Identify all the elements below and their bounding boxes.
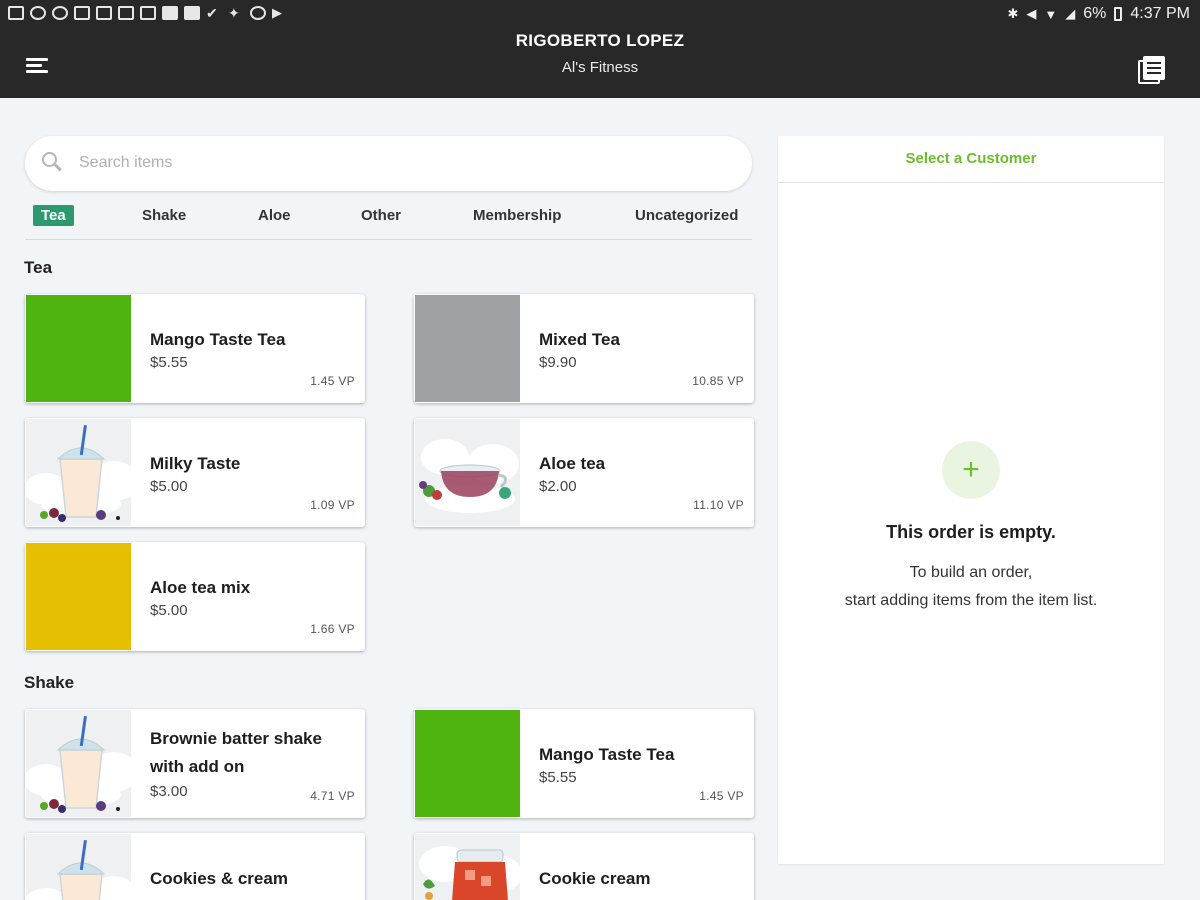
- tab-uncategorized[interactable]: Uncategorized: [627, 205, 746, 226]
- play-icon: ▶: [272, 5, 282, 20]
- item-price: $5.55: [539, 769, 577, 786]
- item-name: Aloe tea mix: [150, 578, 251, 597]
- item-price: $5.55: [150, 354, 188, 371]
- vpn-icon: [250, 6, 266, 20]
- search-icon: [42, 152, 62, 174]
- item-name: Mango Taste Tea: [539, 745, 675, 764]
- wifi-icon: ▼: [1044, 6, 1058, 22]
- image-icon: [96, 6, 112, 20]
- search-bar[interactable]: [25, 136, 752, 191]
- item-volume-points: 1.09 VP: [310, 498, 355, 512]
- iced-tea-pitcher-photo: [415, 834, 522, 900]
- chrome-icon: [30, 6, 46, 20]
- orders-list-icon[interactable]: [1138, 56, 1166, 84]
- battery-percent: 6%: [1083, 5, 1107, 22]
- item-color-swatch: [26, 295, 131, 402]
- order-panel: Select a Customer + This order is empty.…: [778, 136, 1164, 864]
- item-volume-points: 4.71 VP: [310, 789, 355, 803]
- item-volume-points: 1.45 VP: [310, 374, 355, 388]
- flipboard-icon: [184, 6, 200, 20]
- bluetooth-icon: ✦: [228, 5, 240, 21]
- section-title-tea: Tea: [24, 258, 53, 277]
- item-color-swatch: [415, 710, 520, 817]
- system-status: ✱ ◀ ▼ ◢ 6% 4:37 PM: [1008, 5, 1191, 23]
- tab-membership[interactable]: Membership: [465, 205, 569, 226]
- item-volume-points: 10.85 VP: [692, 374, 744, 388]
- app-header: ✔ ✦ ▶ ✱ ◀ ▼ ◢ 6% 4:37 PM RIGOBERTO LOPEZ…: [0, 0, 1200, 98]
- shake-cup-photo: [25, 834, 138, 900]
- select-customer-button[interactable]: Select a Customer: [778, 136, 1164, 183]
- tab-other[interactable]: Other: [353, 205, 409, 226]
- item-price: $5.00: [150, 602, 188, 619]
- item-card-brownie-batter-shake[interactable]: Brownie batter shake with add on $3.00 4…: [25, 709, 365, 818]
- tea-cup-photo: [415, 419, 520, 526]
- empty-order-title: This order is empty.: [886, 522, 1056, 542]
- tab-tea[interactable]: Tea: [33, 205, 74, 226]
- item-name: Milky Taste: [150, 454, 241, 473]
- item-name: Cookie cream: [539, 869, 651, 888]
- shake-cup-photo: [25, 419, 138, 526]
- shield-icon: [140, 6, 156, 20]
- shake-cup-photo: [25, 710, 138, 817]
- item-card-mango-taste-tea-shake[interactable]: Mango Taste Tea $5.55 1.45 VP: [414, 709, 754, 818]
- gallery-icon: [8, 6, 24, 20]
- item-volume-points: 1.66 VP: [310, 622, 355, 636]
- item-card-mixed-tea[interactable]: Mixed Tea $9.90 10.85 VP: [414, 294, 754, 403]
- mute-icon: ◀: [1026, 6, 1037, 21]
- item-price: $5.00: [150, 478, 188, 495]
- category-tabs: Tea Shake Aloe Other Membership Uncatego…: [25, 204, 752, 240]
- flipboard-icon: [162, 6, 178, 20]
- user-name: RIGOBERTO LOPEZ: [515, 31, 685, 50]
- empty-order-instructions-line2: start adding items from the item list.: [844, 592, 1098, 609]
- item-color-swatch: [26, 543, 131, 650]
- battery-icon: [1114, 7, 1123, 21]
- clock: 4:37 PM: [1130, 5, 1190, 22]
- add-item-button[interactable]: +: [942, 441, 1000, 499]
- item-price: $2.00: [539, 478, 577, 495]
- item-volume-points: 1.45 VP: [699, 789, 744, 803]
- tab-shake[interactable]: Shake: [134, 205, 194, 226]
- section-title-shake: Shake: [24, 673, 75, 692]
- item-card-aloe-tea[interactable]: Aloe tea $2.00 11.10 VP: [414, 418, 754, 527]
- notification-icons: ✔ ✦ ▶: [8, 6, 288, 20]
- tab-aloe[interactable]: Aloe: [250, 205, 299, 226]
- chrome-icon: [52, 6, 68, 20]
- bluetooth-status-icon: ✱: [1007, 6, 1019, 21]
- item-name: Brownie batter shake with add on: [150, 729, 322, 776]
- business-name: Al's Fitness: [561, 59, 639, 76]
- check-icon: ✔: [206, 5, 218, 21]
- item-color-swatch: [415, 295, 520, 402]
- item-price: $9.90: [539, 354, 577, 371]
- item-volume-points: 11.10 VP: [693, 498, 744, 512]
- item-card-mango-taste-tea[interactable]: Mango Taste Tea $5.55 1.45 VP: [25, 294, 365, 403]
- item-card-cookies-and-cream[interactable]: Cookies & cream: [25, 833, 365, 900]
- item-card-aloe-tea-mix[interactable]: Aloe tea mix $5.00 1.66 VP: [25, 542, 365, 651]
- item-name: Cookies & cream: [150, 869, 288, 888]
- signal-icon: ◢: [1065, 6, 1076, 21]
- search-input[interactable]: [79, 150, 719, 176]
- plus-icon: +: [962, 453, 980, 486]
- item-name: Mango Taste Tea: [150, 330, 286, 349]
- shield-icon: [118, 6, 134, 20]
- empty-order-instructions: To build an order,: [909, 564, 1033, 581]
- item-name: Mixed Tea: [539, 330, 620, 349]
- item-card-milky-taste[interactable]: Milky Taste $5.00 1.09 VP: [25, 418, 365, 527]
- item-name: Aloe tea: [539, 454, 606, 473]
- item-price: $3.00: [150, 783, 188, 800]
- gallery-icon: [74, 6, 90, 20]
- item-card-cookie-cream[interactable]: Cookie cream: [414, 833, 754, 900]
